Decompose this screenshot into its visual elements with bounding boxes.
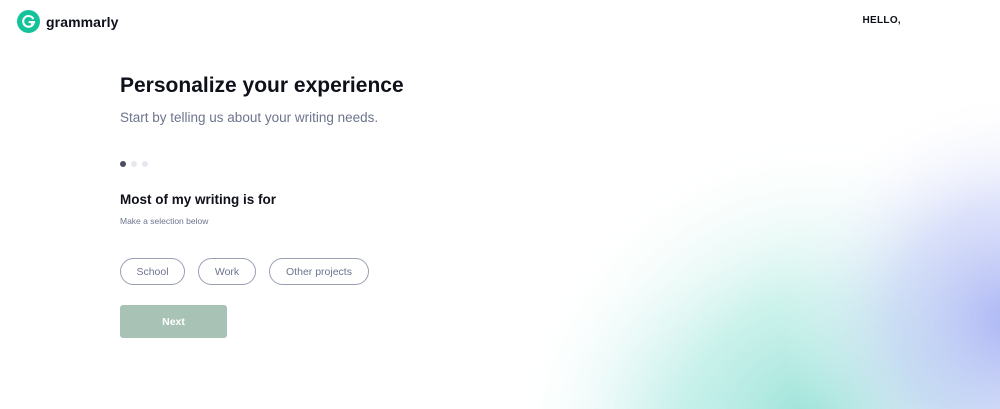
selection-hint: Make a selection below xyxy=(120,216,209,226)
option-other-projects-button[interactable]: Other projects xyxy=(269,258,369,285)
step-dot-2 xyxy=(131,161,137,167)
page-subtitle: Start by telling us about your writing n… xyxy=(120,110,379,125)
question-heading: Most of my writing is for xyxy=(120,192,277,207)
user-greeting: HELLO, xyxy=(862,15,901,26)
option-school-button[interactable]: School xyxy=(120,258,185,285)
grammarly-g-icon xyxy=(17,10,40,33)
next-button[interactable]: Next xyxy=(120,305,227,338)
option-work-button[interactable]: Work xyxy=(198,258,256,285)
step-dot-1 xyxy=(120,161,126,167)
logo-text: grammarly xyxy=(46,13,119,30)
step-dot-3 xyxy=(142,161,148,167)
writing-purpose-options: School Work Other projects xyxy=(120,258,369,285)
page-title: Personalize your experience xyxy=(120,74,404,97)
grammarly-logo[interactable]: grammarly xyxy=(17,10,119,33)
page: grammarly HELLO, Personalize your experi… xyxy=(0,0,1000,409)
step-indicator xyxy=(120,161,148,167)
